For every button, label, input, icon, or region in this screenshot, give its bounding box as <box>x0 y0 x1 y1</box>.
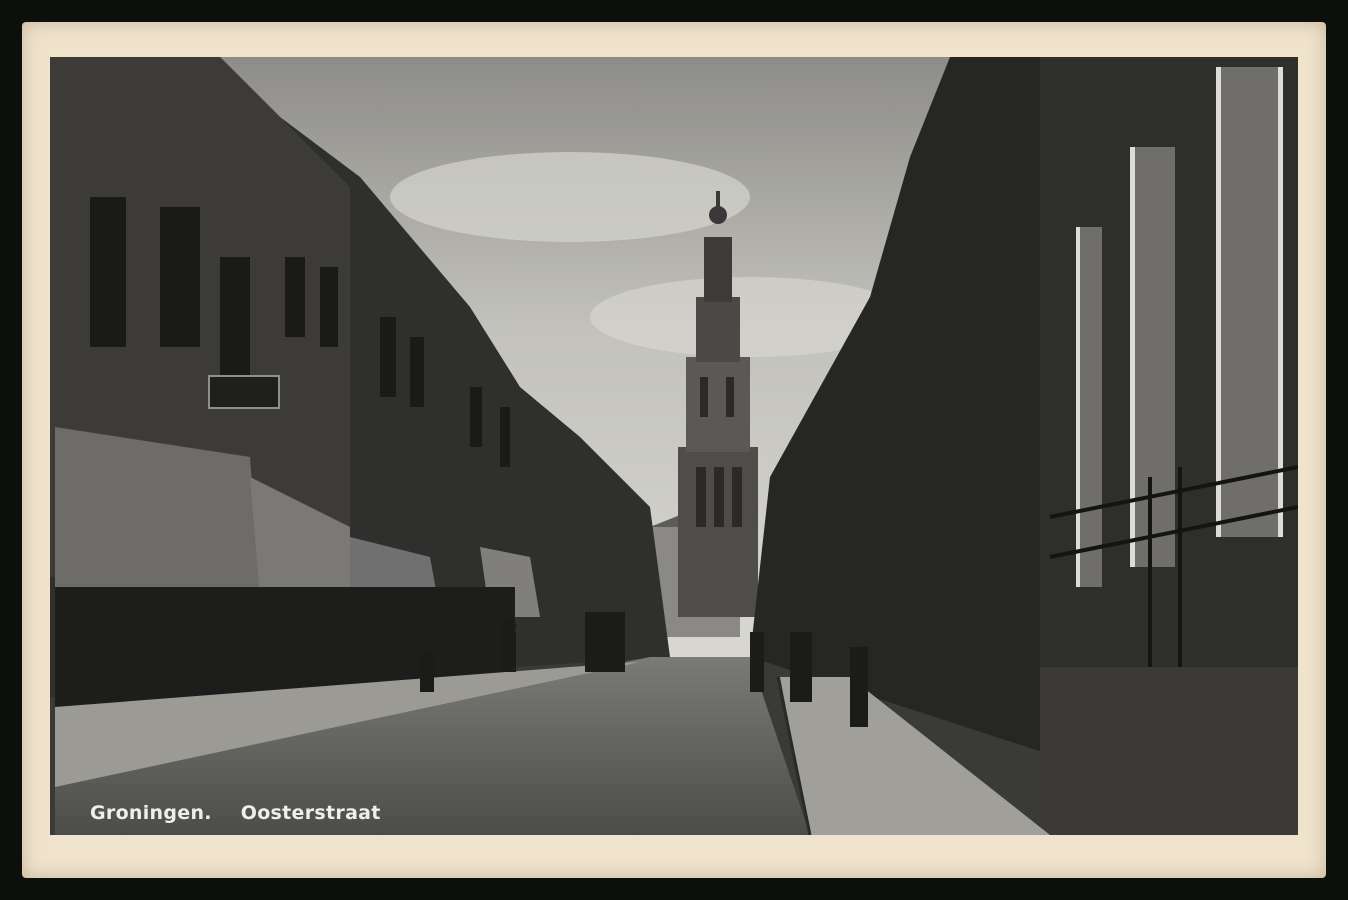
caption-street: Oosterstraat <box>240 802 381 824</box>
cloud <box>390 152 750 242</box>
postcard-caption: Groningen. Oosterstraat <box>90 802 381 824</box>
shop-sign <box>208 375 280 409</box>
stone-wall <box>1040 667 1298 835</box>
street-photograph: Groningen. Oosterstraat <box>50 57 1298 835</box>
caption-city: Groningen. <box>90 802 212 824</box>
photo-scene <box>50 57 1298 835</box>
